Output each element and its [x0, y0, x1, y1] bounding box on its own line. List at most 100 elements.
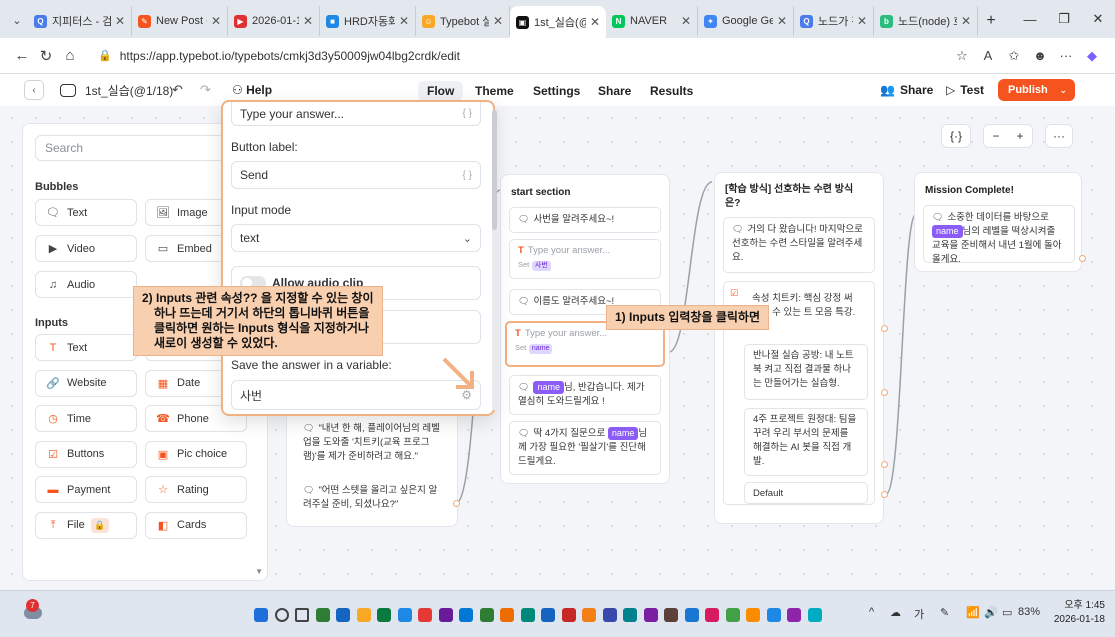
- weather-widget-icon[interactable]: 7: [22, 599, 42, 621]
- connection-handle[interactable]: [881, 325, 888, 332]
- chat-icon: 🗨: [518, 382, 530, 392]
- text-bubble[interactable]: 🗨 name 님, 반갑습니다. 제가 열심히 도와드릴게요 !: [509, 375, 661, 415]
- block-group-intro[interactable]: 🗨 "내년 한 해, 플레이어님의 레벨업을 도와줄 '치트키(교육 프로그램)'…: [286, 402, 460, 527]
- app-icon[interactable]: [336, 608, 350, 622]
- chat-icon: 🗨: [932, 212, 944, 222]
- app-icon[interactable]: [438, 608, 453, 622]
- connection-handle[interactable]: [453, 500, 460, 507]
- group-title[interactable]: start section: [511, 187, 570, 198]
- zoom-in-icon[interactable]: +: [1008, 129, 1032, 143]
- search-icon[interactable]: [274, 608, 289, 622]
- annotation-step-1: 1) Inputs 입력창을 클릭하면: [606, 305, 769, 330]
- tray-app-icon[interactable]: ☁: [890, 606, 901, 619]
- app-icon[interactable]: [705, 608, 719, 622]
- zoom-out-icon[interactable]: −: [984, 129, 1008, 143]
- group-title[interactable]: [학습 방식] 선호하는 수련 방식은?: [725, 183, 865, 211]
- edge-browser-icon[interactable]: [397, 608, 412, 622]
- connection-handle[interactable]: [881, 389, 888, 396]
- chat-app-icon[interactable]: [315, 608, 330, 622]
- text-bubble[interactable]: 🗨 소중한 데이터를 바탕으로 name 님의 레벨을 떡상시켜줄 교육을 준비해서…: [923, 205, 1075, 265]
- app-icon[interactable]: [623, 608, 637, 622]
- app-icon[interactable]: [643, 608, 658, 622]
- block-group-learning[interactable]: [학습 방식] 선호하는 수련 방식은? 🗨 거의 다 왔습니다! 마지막으로 선…: [714, 172, 888, 524]
- edge[interactable]: [885, 213, 917, 495]
- button-item[interactable]: 반나절 실습 공방: 내 노트북 켜고 직접 결과물 하나는 만들어가는 실습형…: [744, 344, 868, 400]
- app-icon[interactable]: [582, 608, 596, 622]
- button-label-value: Send: [240, 168, 269, 182]
- placeholder-field[interactable]: Type your answer... { }: [231, 102, 481, 126]
- scroll-down-icon[interactable]: ▼: [255, 567, 263, 576]
- task-view-icon[interactable]: [295, 608, 309, 622]
- connection-handle[interactable]: [881, 461, 888, 468]
- credit-card-icon: ▬: [47, 483, 59, 496]
- variable-insert-icon[interactable]: { }: [463, 170, 472, 181]
- app-icon[interactable]: [500, 608, 514, 622]
- sidebar-block-text[interactable]: 🗨 Text: [35, 199, 137, 226]
- chrome-icon[interactable]: [418, 608, 432, 622]
- more-options-button[interactable]: ···: [1045, 124, 1073, 148]
- button-label-field[interactable]: Send { }: [231, 161, 481, 189]
- default-item[interactable]: Default: [744, 482, 868, 504]
- wifi-icon[interactable]: 📶: [966, 606, 980, 619]
- save-variable-title: Save the answer in a variable:: [231, 358, 392, 372]
- app-icon[interactable]: [766, 608, 781, 622]
- annotation-line: 클릭하면 원하는 Inputs 형식을 지정하거나: [154, 321, 369, 335]
- sidebar-block-audio[interactable]: ♫ Audio: [35, 271, 137, 298]
- ime-icon[interactable]: 가: [914, 606, 924, 622]
- text-bubble[interactable]: 🗨 사번을 알려주세요~!: [509, 207, 661, 233]
- connection-handle[interactable]: [881, 491, 888, 498]
- block-label: Website: [67, 377, 107, 389]
- app-icon[interactable]: [746, 608, 760, 622]
- battery-icon[interactable]: ▭: [1002, 606, 1012, 619]
- app-icon[interactable]: [541, 608, 555, 622]
- file-explorer-icon[interactable]: [356, 608, 371, 622]
- tray-overflow-icon[interactable]: ^: [869, 606, 874, 618]
- text-input-icon: T: [49, 341, 57, 354]
- text-bubble[interactable]: 🗨 거의 다 왔습니다! 마지막으로 선호하는 수련 스타일을 알려주세요.: [723, 217, 875, 273]
- sidebar-block-video[interactable]: ▶ Video: [35, 235, 137, 262]
- clock-time: 오후 1:45: [1064, 600, 1105, 611]
- app-icon[interactable]: [602, 608, 617, 622]
- sidebar-block-rating[interactable]: ☆ Rating: [145, 476, 247, 503]
- sidebar-block-buttons[interactable]: ☑ Buttons: [35, 440, 137, 468]
- group-title[interactable]: Mission Complete!: [925, 185, 1014, 196]
- sidebar-block-file[interactable]: ⤒ File 🔒: [35, 511, 137, 539]
- variables-button[interactable]: {·}: [941, 124, 971, 148]
- app-icon[interactable]: [664, 608, 678, 622]
- store-icon[interactable]: [459, 608, 473, 622]
- app-icon[interactable]: [807, 608, 822, 622]
- text-bubble[interactable]: 🗨 "어떤 스텟을 올리고 싶은지 알려주실 준비, 되셨나요?": [295, 479, 451, 515]
- text-input-block[interactable]: T Type your answer... Set 사번: [509, 239, 661, 279]
- app-icon[interactable]: [725, 608, 740, 622]
- star-icon: ☆: [158, 484, 168, 496]
- button-item[interactable]: 4주 프로젝트 원정대: 팀을 꾸려 우리 부서의 문제를 해결하는 AI 봇을…: [744, 408, 868, 476]
- popover-scrollbar[interactable]: [492, 110, 497, 410]
- start-menu-icon[interactable]: [254, 608, 268, 622]
- sidebar-block-website[interactable]: 🔗 Website: [35, 369, 137, 397]
- block-group-mission[interactable]: Mission Complete! 🗨 소중한 데이터를 바탕으로 name 님의 …: [914, 172, 1086, 272]
- sidebar-block-pic-choice[interactable]: ▣ Pic choice: [145, 440, 247, 468]
- block-label: Payment: [67, 483, 111, 496]
- variable-insert-icon[interactable]: { }: [463, 108, 472, 119]
- chat-icon: 🗨: [518, 428, 530, 438]
- text-bubble[interactable]: 🗨 딱 4가지 질문으로 name 님께 가장 필요한 '필살기'를 진단해 드릴게…: [509, 421, 661, 475]
- app-icon[interactable]: [520, 608, 535, 622]
- input-mode-select[interactable]: text ⌄: [231, 224, 481, 252]
- volume-icon[interactable]: 🔊: [984, 606, 998, 619]
- app-icon[interactable]: [377, 608, 391, 622]
- app-icon[interactable]: [561, 608, 576, 622]
- placeholder-value: Type your answer...: [240, 106, 345, 121]
- app-icon[interactable]: [479, 608, 494, 622]
- sidebar-block-cards[interactable]: ◧ Cards: [145, 511, 247, 539]
- sidebar-block-time[interactable]: ◷ Time: [35, 405, 137, 432]
- embed-icon: ▭: [157, 243, 169, 255]
- sidebar-block-text[interactable]: T Text: [35, 334, 137, 361]
- text-bubble[interactable]: 🗨 "내년 한 해, 플레이어님의 레벨업을 도와줄 '치트키(교육 프로그램)'…: [295, 417, 451, 471]
- system-clock[interactable]: 오후 1:45 2026-01-18: [1054, 599, 1105, 627]
- app-icon[interactable]: [787, 608, 801, 622]
- sidebar-block-payment[interactable]: ▬ Payment: [35, 476, 137, 503]
- pen-icon[interactable]: ✎: [940, 606, 949, 619]
- connection-handle[interactable]: [1079, 255, 1086, 262]
- variable-chip: name: [932, 225, 963, 238]
- app-icon[interactable]: [684, 608, 699, 622]
